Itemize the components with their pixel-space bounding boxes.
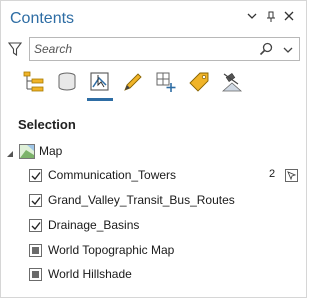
map-node[interactable]: Map [5, 142, 125, 162]
layer-label[interactable]: Drainage_Basins [48, 218, 139, 232]
chevron-down-icon[interactable] [282, 43, 294, 55]
filter-icon[interactable] [7, 42, 23, 57]
pane-title: Contents [10, 10, 75, 27]
layer-visibility-checkbox[interactable] [29, 244, 42, 257]
chevron-down-icon[interactable] [245, 11, 259, 25]
list-by-editing-icon[interactable] [118, 67, 148, 99]
pin-icon[interactable] [264, 11, 278, 25]
pane-title-bar: Contents [1, 1, 306, 33]
search-icon[interactable] [259, 42, 273, 56]
layer-row-world-topographic-map[interactable]: World Topographic Map [29, 241, 304, 261]
map-label: Map [39, 144, 63, 158]
close-icon[interactable] [282, 11, 296, 25]
list-by-labeling-icon[interactable] [184, 67, 214, 99]
layer-label[interactable]: Grand_Valley_Transit_Bus_Routes [48, 193, 235, 207]
layer-row-communication-towers[interactable]: Communication_Towers 2 [29, 166, 304, 186]
collapse-triangle-icon[interactable] [5, 146, 15, 157]
list-by-drawing-order-icon[interactable] [19, 67, 49, 99]
search-box [29, 37, 300, 61]
layer-label[interactable]: World Hillshade [48, 267, 132, 281]
layer-visibility-checkbox[interactable] [29, 169, 42, 182]
layer-label[interactable]: Communication_Towers [48, 168, 176, 182]
layer-visibility-checkbox[interactable] [29, 219, 42, 232]
list-by-data-source-icon[interactable] [52, 67, 82, 99]
map-icon [19, 144, 35, 159]
layer-row-drainage-basins[interactable]: Drainage_Basins [29, 216, 304, 236]
layer-row-grand-valley-transit-bus-routes[interactable]: Grand_Valley_Transit_Bus_Routes [29, 191, 304, 211]
layer-visibility-checkbox[interactable] [29, 194, 42, 207]
search-input[interactable] [34, 41, 244, 57]
section-label: Selection [18, 117, 76, 132]
layer-visibility-checkbox[interactable] [29, 268, 42, 281]
list-by-selection-icon[interactable] [85, 67, 115, 101]
selection-count: 2 [269, 168, 276, 180]
selected-features-icon[interactable] [285, 169, 298, 182]
list-by-perspective-imagery-icon[interactable] [217, 67, 247, 99]
contents-toolbar [19, 67, 259, 103]
contents-pane: Contents Search Selection Map Communicat… [0, 0, 307, 298]
layer-label[interactable]: World Topographic Map [48, 243, 174, 257]
layer-row-world-hillshade[interactable]: World Hillshade [29, 265, 304, 285]
list-by-snapping-icon[interactable] [151, 67, 181, 99]
